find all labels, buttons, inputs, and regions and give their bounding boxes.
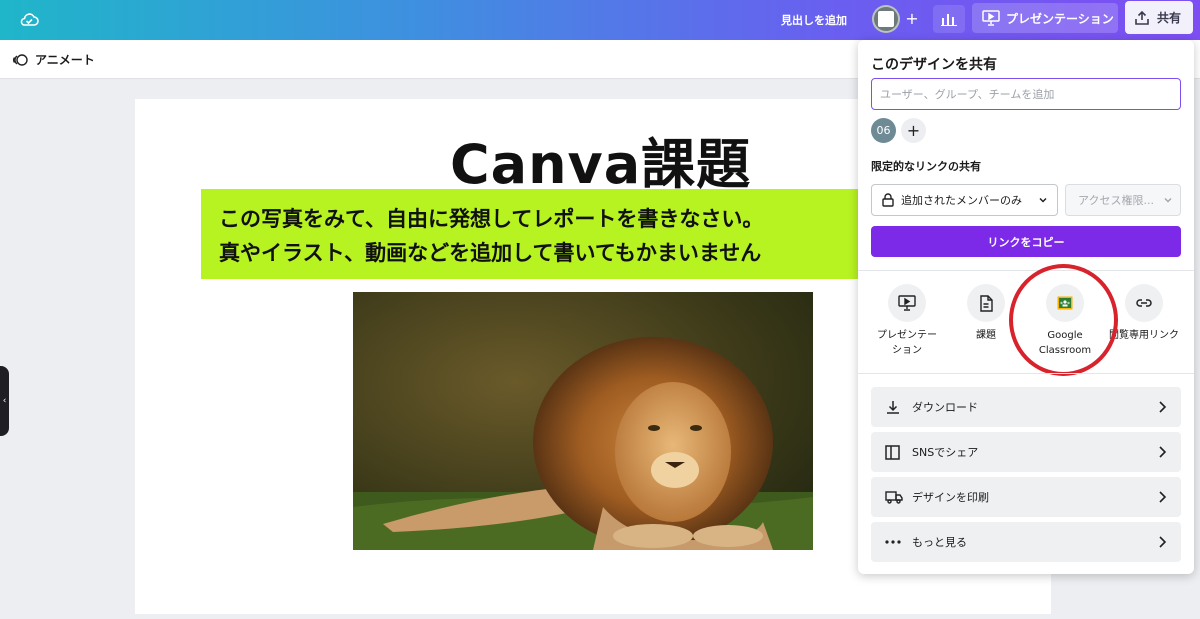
access-scope-value: 追加されたメンバーのみ bbox=[901, 194, 1022, 207]
upload-share-icon bbox=[1135, 10, 1149, 25]
download-label: ダウンロード bbox=[912, 401, 978, 414]
animate-label: アニメート bbox=[35, 53, 95, 67]
share-option-presentation[interactable]: プレゼンテー ション bbox=[867, 284, 947, 358]
bar-chart-icon bbox=[941, 14, 957, 26]
permission-value: アクセス権限... bbox=[1078, 194, 1154, 207]
divider bbox=[858, 373, 1194, 374]
social-share-label: SNSでシェア bbox=[912, 446, 979, 459]
insights-chart-button[interactable] bbox=[933, 5, 965, 33]
link-share-label: 限定的なリンクの共有 bbox=[871, 160, 981, 173]
chevron-right-icon bbox=[1159, 536, 1167, 548]
print-truck-icon bbox=[885, 490, 903, 504]
document-icon bbox=[967, 284, 1005, 322]
collapse-panel-handle[interactable]: ‹ bbox=[0, 366, 9, 436]
banner-line-1: この写真をみて、自由に発想してレポートを書きなさい。 bbox=[219, 207, 764, 231]
download-row[interactable]: ダウンロード bbox=[871, 387, 1181, 427]
print-design-row[interactable]: デザインを印刷 bbox=[871, 477, 1181, 517]
chevron-right-icon bbox=[1159, 491, 1167, 503]
highlight-annotation-ring bbox=[1009, 264, 1118, 376]
link-icon bbox=[1125, 284, 1163, 322]
add-person-button[interactable]: + bbox=[901, 118, 926, 143]
copy-link-button[interactable]: リンクをコピー bbox=[871, 226, 1181, 257]
divider bbox=[858, 270, 1194, 271]
people-search-input[interactable] bbox=[871, 78, 1181, 110]
plus-icon: + bbox=[906, 121, 921, 140]
design-title-text[interactable]: Canva課題 bbox=[450, 120, 751, 199]
more-label: もっと見る bbox=[912, 536, 967, 549]
banner-line-2: 真やイラスト、動画などを追加して書いてもかまいません bbox=[219, 241, 762, 265]
cloud-sync-icon[interactable] bbox=[18, 9, 40, 31]
permission-select: アクセス権限... bbox=[1065, 184, 1181, 216]
present-button[interactable]: プレゼンテーション bbox=[972, 3, 1118, 33]
more-row[interactable]: もっと見る bbox=[871, 522, 1181, 562]
plus-icon[interactable]: + bbox=[903, 9, 921, 29]
access-scope-select[interactable]: 追加されたメンバーのみ bbox=[871, 184, 1058, 216]
top-toolbar: 見出しを追加 + プレゼンテーション 共有 bbox=[0, 0, 1200, 40]
print-design-label: デザインを印刷 bbox=[912, 491, 989, 504]
more-dots-icon bbox=[885, 540, 903, 544]
chevron-right-icon bbox=[1159, 401, 1167, 413]
share-button[interactable]: 共有 bbox=[1125, 1, 1193, 34]
chevron-down-icon bbox=[1164, 197, 1172, 203]
presentation-screen-icon bbox=[982, 10, 1000, 26]
lion-photo[interactable] bbox=[353, 292, 813, 550]
download-icon bbox=[885, 399, 903, 415]
share-label: 共有 bbox=[1157, 11, 1182, 25]
share-panel: このデザインを共有 06 + 限定的なリンクの共有 追加されたメンバーのみ アク… bbox=[858, 40, 1194, 574]
avatar[interactable]: 06 bbox=[871, 118, 896, 143]
presentation-icon bbox=[888, 284, 926, 322]
instruction-banner[interactable]: この写真をみて、自由に発想してレポートを書きなさい。 真やイラスト、動画などを追… bbox=[201, 189, 881, 279]
share-panel-title: このデザインを共有 bbox=[871, 57, 997, 73]
social-share-icon bbox=[885, 444, 903, 460]
chevron-down-icon bbox=[1039, 197, 1047, 203]
lock-icon bbox=[882, 193, 894, 207]
share-option-label: プレゼンテー ション bbox=[877, 330, 937, 356]
color-swatch-button[interactable] bbox=[872, 5, 900, 33]
animate-icon bbox=[12, 53, 28, 66]
social-share-row[interactable]: SNSでシェア bbox=[871, 432, 1181, 472]
chevron-right-icon bbox=[1159, 446, 1167, 458]
animate-button[interactable]: アニメート bbox=[11, 51, 95, 68]
present-label: プレゼンテーション bbox=[1006, 11, 1114, 26]
add-heading-button[interactable]: 見出しを追加 bbox=[781, 12, 847, 28]
swatch-white-icon bbox=[878, 11, 894, 27]
chevron-left-icon: ‹ bbox=[2, 396, 7, 406]
